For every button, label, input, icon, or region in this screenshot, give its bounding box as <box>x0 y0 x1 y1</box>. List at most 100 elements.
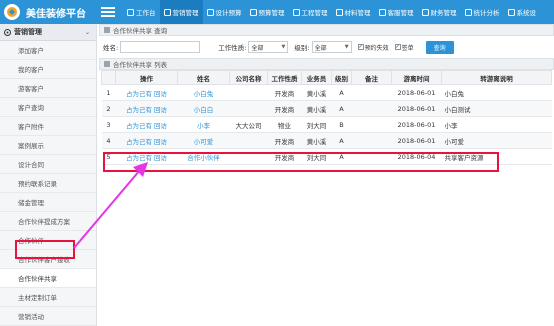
nav-label: 预算管理 <box>258 9 285 17</box>
list-section-title: 合作伙伴共享 列表 <box>99 58 554 70</box>
nav-item-0[interactable]: 工作台 <box>123 0 160 24</box>
section-icon <box>104 61 110 67</box>
sidebar-item[interactable]: 合作伙伴提成方案 <box>0 212 96 231</box>
column-header[interactable]: 级别 <box>331 70 352 85</box>
nav-item-2[interactable]: 设计预算 <box>203 0 246 24</box>
nav-item-5[interactable]: 材料管理 <box>332 0 375 24</box>
revisit-link[interactable]: 回访 <box>154 106 167 114</box>
nav-label: 财务管理 <box>430 9 457 17</box>
remark-cell <box>351 84 392 101</box>
revisit-link[interactable]: 回访 <box>154 138 167 146</box>
column-header[interactable] <box>101 70 116 85</box>
row-number: 3 <box>101 116 116 133</box>
column-header[interactable]: 姓名 <box>177 70 230 85</box>
nav-label: 营销管理 <box>172 9 199 17</box>
claim-link[interactable]: 占为己有 <box>126 138 152 146</box>
table-row[interactable]: 3 占为己有 回访 小李 大大公司 物业 刘大同 B 2018-06-01 小李 <box>101 116 552 133</box>
query-button[interactable]: 查询 <box>425 40 454 54</box>
sidebar-item[interactable]: 设计合同 <box>0 155 96 174</box>
table-row[interactable]: 1 占为己有 回访 小白兔 开发商 黄小溪 A 2018-06-01 小白兔 <box>101 84 552 101</box>
column-header[interactable]: 公司名称 <box>229 70 268 85</box>
sidebar-item[interactable]: 游客客户 <box>0 79 96 98</box>
sidebar: 营销管理 ⌄ 添加客户 我的客户 游客客户 客户查询 客户附件 案例展示 设计合同 预约联系记… <box>0 24 97 326</box>
column-header[interactable]: 备注 <box>351 70 392 85</box>
nav-item-6[interactable]: 客服管理 <box>375 0 418 24</box>
name-link[interactable]: 小白白 <box>177 100 230 117</box>
marketing-icon <box>4 28 11 36</box>
row-actions: 占为己有 回访 <box>115 116 178 133</box>
remark-cell <box>351 116 392 133</box>
remark-cell <box>351 100 392 117</box>
sidebar-item[interactable]: 营销活动 <box>0 307 96 326</box>
monitor-icon <box>249 8 257 16</box>
sidebar-item[interactable]: 我的客户 <box>0 60 96 79</box>
company-cell: 大大公司 <box>229 116 268 133</box>
fail-checkbox[interactable]: ✓ 预约失效 <box>357 43 389 52</box>
sales-cell: 黄小溪 <box>301 100 332 117</box>
nav-item-3[interactable]: 预算管理 <box>246 0 289 24</box>
column-header[interactable]: 游离时间 <box>391 70 442 85</box>
sidebar-item[interactable]: 添加客户 <box>0 41 96 60</box>
sidebar-item[interactable]: 客户附件 <box>0 117 96 136</box>
sidebar-item[interactable]: 合作伙伴共享 <box>0 269 96 288</box>
dropdown-caret-icon: ▼ <box>281 44 286 50</box>
name-label: 姓名: <box>103 44 119 52</box>
nav-label: 系统设 <box>516 9 537 17</box>
nav-item-9[interactable]: 系统设 <box>504 0 541 24</box>
sidebar-item[interactable]: 客户查询 <box>0 98 96 117</box>
time-cell: 2018-06-01 <box>391 132 442 149</box>
level-cell: A <box>331 100 352 117</box>
checkbox-checked-icon: ✓ <box>357 44 364 50</box>
nav-item-8[interactable]: 统计分析 <box>461 0 504 24</box>
table-row[interactable]: 4 占为己有 回访 小可爱 开发商 黄小溪 A 2018-06-01 小可爱 <box>101 132 552 149</box>
column-header[interactable]: 业务员 <box>301 70 332 85</box>
nav-label: 材料管理 <box>344 9 371 17</box>
edit-icon <box>206 8 214 16</box>
sidebar-item[interactable]: 案例展示 <box>0 136 96 155</box>
column-header[interactable]: 转游离说明 <box>441 70 552 85</box>
claim-link[interactable]: 占为己有 <box>126 122 152 130</box>
claim-link[interactable]: 占为己有 <box>126 106 152 114</box>
nav-item-7[interactable]: 财务管理 <box>418 0 461 24</box>
revisit-link[interactable]: 回访 <box>154 90 167 98</box>
claim-link[interactable]: 占为己有 <box>126 90 152 98</box>
checkbox-checked-icon: ✓ <box>394 44 401 50</box>
nav-item-1[interactable]: 营销管理 <box>159 0 203 24</box>
sidebar-item[interactable]: 主材定制订单 <box>0 288 96 307</box>
chart-icon <box>464 8 472 16</box>
note-cell: 小可爱 <box>441 132 552 149</box>
column-header[interactable]: 操作 <box>115 70 178 85</box>
search-form: 姓名: 工作性质: 全部 ▼ 级别: 全部 ▼ ✓ 预约失效 ✓ 签单 查询 <box>99 36 554 58</box>
nav-label: 设计预算 <box>215 9 242 17</box>
sidebar-header[interactable]: 营销管理 ⌄ <box>0 24 96 41</box>
name-link[interactable]: 小白兔 <box>177 84 230 101</box>
menu-toggle-icon[interactable] <box>101 7 115 17</box>
remark-cell <box>351 132 392 149</box>
row-number: 2 <box>101 100 116 117</box>
sidebar-item[interactable]: 预约联系记录 <box>0 174 96 193</box>
company-cell <box>229 100 268 117</box>
type-cell: 开发商 <box>267 100 302 117</box>
nav-label: 工作台 <box>136 9 156 17</box>
dropdown-caret-icon: ▼ <box>344 44 349 50</box>
level-label: 级别: <box>294 44 310 52</box>
search-section-title: 合作伙伴共享 查询 <box>99 24 554 36</box>
app-title: 美佳装修平台 <box>26 8 86 20</box>
name-link[interactable]: 小可爱 <box>177 132 230 149</box>
row-actions: 占为己有 回访 <box>115 84 178 101</box>
signed-checkbox[interactable]: ✓ 签单 <box>394 43 414 52</box>
type-select[interactable]: 全部 ▼ <box>248 41 289 53</box>
time-cell: 2018-06-01 <box>391 100 442 117</box>
table-row[interactable]: 2 占为己有 回访 小白白 开发商 黄小溪 A 2018-06-01 小白测试 <box>101 100 552 117</box>
name-link[interactable]: 小李 <box>177 116 230 133</box>
revisit-link[interactable]: 回访 <box>154 122 167 130</box>
column-header[interactable]: 工作性质 <box>267 70 302 85</box>
sidebar-item[interactable]: 储金管理 <box>0 193 96 212</box>
note-cell: 小白测试 <box>441 100 552 117</box>
nav-item-4[interactable]: 工程管理 <box>289 0 332 24</box>
sales-cell: 刘大同 <box>301 116 332 133</box>
grid-icon <box>335 8 343 16</box>
name-input[interactable] <box>120 41 201 53</box>
sidebar-menu: 添加客户 我的客户 游客客户 客户查询 客户附件 案例展示 设计合同 预约联系记录 储金管理 合作… <box>0 41 96 326</box>
level-select[interactable]: 全部 ▼ <box>311 41 352 53</box>
